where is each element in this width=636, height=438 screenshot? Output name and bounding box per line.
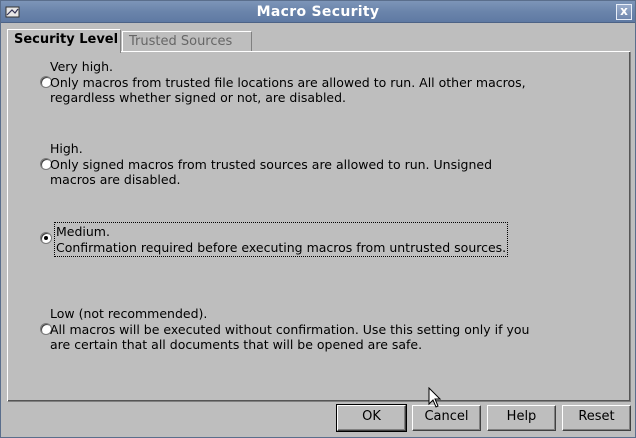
mouse-pointer-icon	[428, 387, 442, 408]
option-title: Low (not recommended).	[50, 306, 208, 321]
tab-trusted-sources[interactable]: Trusted Sources	[122, 31, 252, 52]
ok-button[interactable]: OK	[336, 404, 407, 432]
tab-security-level[interactable]: Security Level	[7, 29, 121, 53]
option-low[interactable]: Low (not recommended). All macros will b…	[50, 306, 529, 353]
option-title: Medium.	[56, 224, 110, 239]
option-description-line: macros are disabled.	[50, 172, 181, 187]
macro-security-dialog: Macro Security x Security Level Trusted …	[0, 0, 636, 438]
radio-medium[interactable]	[40, 232, 52, 244]
option-description-line: All macros will be executed without conf…	[50, 321, 530, 337]
help-button[interactable]: Help	[487, 405, 556, 431]
option-title: Very high.	[50, 59, 114, 74]
option-high[interactable]: High. Only signed macros from trusted so…	[50, 141, 492, 188]
option-very-high[interactable]: Very high. Only macros from trusted file…	[50, 59, 526, 106]
title-bar[interactable]: Macro Security x	[1, 1, 635, 23]
window-title: Macro Security	[256, 4, 380, 20]
reset-button[interactable]: Reset	[562, 405, 631, 431]
option-description-line: regardless whether signed or not, are di…	[50, 90, 347, 105]
close-icon[interactable]: x	[616, 4, 632, 20]
option-description-line: are certain that all documents that will…	[50, 337, 423, 352]
option-title: High.	[50, 141, 83, 156]
option-description-line: Only signed macros from trusted sources …	[50, 156, 493, 172]
option-description-line: Only macros from trusted file locations …	[50, 74, 526, 90]
option-description-line: Confirmation required before executing m…	[56, 239, 507, 255]
option-medium[interactable]: Medium. Confirmation required before exe…	[53, 222, 509, 257]
cancel-button[interactable]: Cancel	[412, 405, 481, 431]
